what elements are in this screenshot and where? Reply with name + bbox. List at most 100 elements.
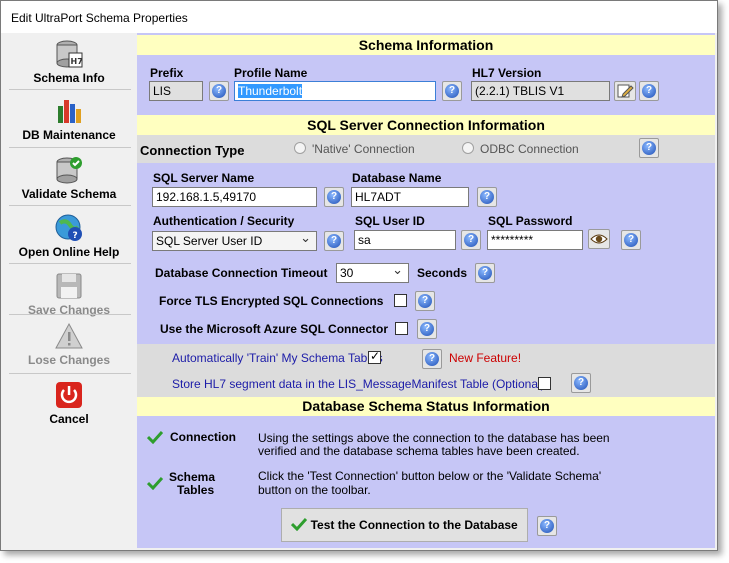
check-icon [291,517,308,532]
hl7-version-field[interactable]: (2.2.1) TBLIS V1 [471,81,610,101]
connection-status-text-2: verified and the database schema tables … [258,444,580,458]
window-title: Edit UltraPort Schema Properties [11,11,188,25]
odbc-connection-label: ODBC Connection [480,142,579,156]
schema-tables-text-2: button on the toolbar. [258,483,371,497]
server-name-label: SQL Server Name [153,171,255,185]
user-id-label: SQL User ID [355,214,425,228]
profile-name-field[interactable]: Thunderbolt [234,81,436,101]
sql-header: SQL Server Connection Information [137,115,715,135]
server-name-help-icon[interactable] [324,187,344,207]
password-help-icon[interactable] [621,230,641,250]
test-connection-label: Test the Connection to the Database [310,518,518,532]
cancel-button[interactable]: Cancel [5,380,133,426]
train-checkbox[interactable] [368,349,381,364]
native-connection-radio[interactable] [294,142,306,154]
schema-tables-label-2: Tables [177,483,215,497]
azure-help-icon[interactable] [417,319,437,339]
odbc-connection-radio[interactable] [462,142,474,154]
db-maintenance-button[interactable]: DB Maintenance [5,96,133,142]
profile-name-label: Profile Name [234,66,308,80]
cancel-label: Cancel [49,412,89,426]
toolbar-divider [9,205,131,206]
schema-info-button[interactable]: H7 Schema Info [5,39,133,85]
connection-check-icon [147,430,163,444]
connection-status-text-1: Using the settings above the connection … [258,431,610,445]
password-label: SQL Password [488,214,573,228]
azure-label: Use the Microsoft Azure SQL Connector [160,322,389,336]
toolbar-divider [9,314,131,315]
validate-schema-label: Validate Schema [21,187,117,201]
tools-icon [58,100,81,123]
db-maintenance-label: DB Maintenance [22,128,116,142]
timeout-help-icon[interactable] [475,263,495,283]
hl7-version-label: HL7 Version [472,66,542,80]
database-name-field[interactable]: HL7ADT [351,187,469,207]
lose-changes-label: Lose Changes [27,353,111,367]
schema-info-label: Schema Info [33,71,105,85]
toolbar-divider [9,263,131,264]
dialog-window: Edit UltraPort Schema Properties H7 Sche… [0,0,718,551]
svg-text:?: ? [73,231,78,241]
schema-tables-text-1: Click the 'Test Connection' button below… [258,469,602,483]
new-feature-label: New Feature! [449,351,522,365]
prefix-field[interactable]: LIS [149,81,203,101]
profile-name-value: Thunderbolt [238,84,303,98]
store-segment-help-icon[interactable] [571,373,591,393]
store-segment-label: Store HL7 segment data in the LIS_Messag… [172,377,545,391]
schema-info-header: Schema Information [137,35,715,55]
database-hl7-icon: H7 [56,40,83,68]
timeout-label: Database Connection Timeout [155,266,328,280]
globe-help-icon: ? [55,214,82,241]
test-connection-help-icon[interactable] [537,516,557,536]
auth-help-icon[interactable] [324,231,344,251]
native-connection-label: 'Native' Connection [312,142,415,156]
edit-pencil-icon [617,84,634,98]
title-bar: Edit UltraPort Schema Properties [1,1,717,33]
prefix-label: Prefix [150,66,184,80]
open-online-help-button[interactable]: ? Open Online Help [5,213,133,259]
hl7-version-help-icon[interactable] [639,81,659,101]
timeout-unit-label: Seconds [417,266,468,280]
schema-tables-label-1: Schema [169,470,216,484]
auth-label: Authentication / Security [153,214,295,228]
connection-type-label: Connection Type [140,143,245,158]
connection-status-label: Connection [170,430,236,444]
eye-icon [590,234,608,244]
prefix-help-icon[interactable] [209,81,229,101]
toolbar-divider [9,89,131,90]
toolbar-divider [9,147,131,148]
save-changes-button[interactable]: Save Changes [5,271,133,317]
timeout-dropdown[interactable]: 30 [336,263,409,283]
svg-text:H7: H7 [71,57,83,66]
auth-dropdown[interactable]: SQL Server User ID [152,231,317,251]
train-label: Automatically 'Train' My Schema Tables [172,351,383,365]
open-online-help-label: Open Online Help [18,245,120,259]
power-icon [56,382,82,408]
schema-tables-check-icon [147,476,163,490]
lose-changes-button[interactable]: Lose Changes [5,321,133,367]
connection-type-help-icon[interactable] [639,138,659,158]
edit-hl7-version-button[interactable] [614,81,636,101]
test-connection-button[interactable]: Test the Connection to the Database [281,508,528,542]
password-field[interactable]: ********* [487,230,583,250]
store-segment-checkbox[interactable] [538,377,551,390]
status-header: Database Schema Status Information [137,397,715,416]
database-name-help-icon[interactable] [477,187,497,207]
server-name-field[interactable]: 192.168.1.5,49170 [152,187,317,207]
user-id-field[interactable]: sa [354,230,456,250]
user-id-help-icon[interactable] [461,230,481,250]
train-help-icon[interactable] [422,349,442,369]
warning-icon [55,322,83,349]
side-toolbar: H7 Schema Info DB Maintenance Validate S… [5,33,133,548]
profile-name-help-icon[interactable] [442,81,462,101]
show-password-button[interactable] [588,229,610,249]
validate-schema-button[interactable]: Validate Schema [5,155,133,201]
floppy-disk-icon [56,273,82,299]
database-name-label: Database Name [352,171,442,185]
tls-help-icon[interactable] [415,291,435,311]
azure-checkbox[interactable] [395,322,408,335]
main-panel: Schema Information Prefix LIS Profile Na… [137,33,715,548]
tls-checkbox[interactable] [394,294,407,307]
toolbar-divider [9,373,131,374]
database-check-icon [56,157,82,184]
